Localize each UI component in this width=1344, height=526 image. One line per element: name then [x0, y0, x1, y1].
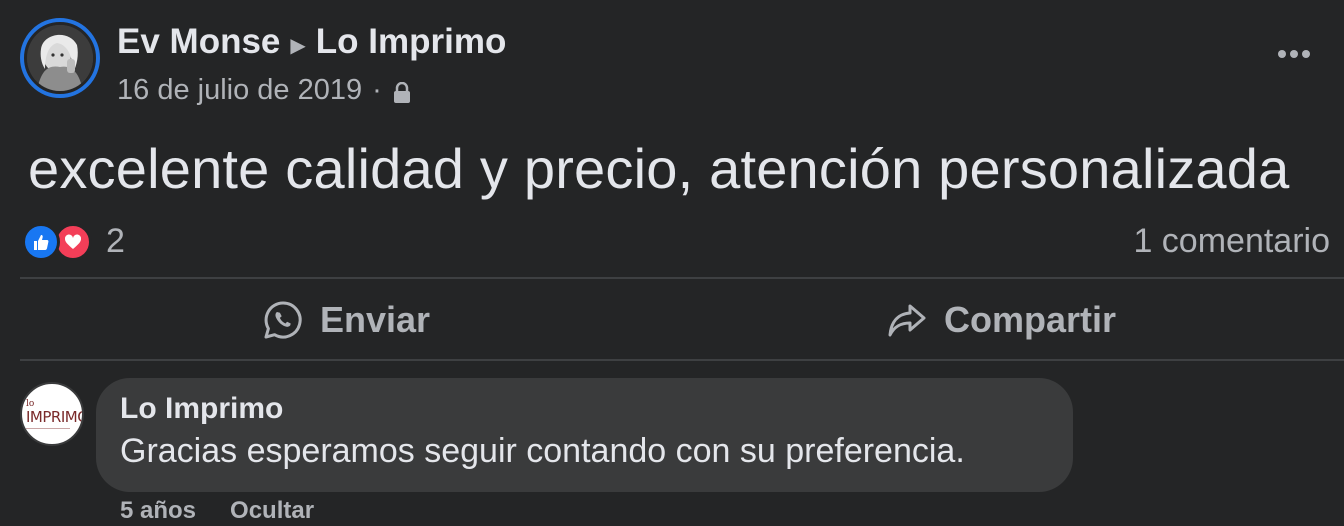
post-header-title: Ev Monse ▶ Lo Imprimo — [117, 22, 506, 62]
page-name[interactable]: Lo Imprimo — [316, 22, 507, 62]
meta-separator: · — [372, 74, 382, 106]
send-button[interactable]: Enviar — [262, 292, 430, 348]
hide-comment-link[interactable]: Ocultar — [230, 497, 314, 525]
author-avatar[interactable] — [20, 18, 100, 98]
post-text: excelente calidad y precio, atención per… — [28, 137, 1290, 200]
comment-author[interactable]: Lo Imprimo — [120, 392, 1049, 426]
like-icon — [22, 222, 60, 261]
author-photo — [27, 25, 93, 91]
caret-right-icon: ▶ — [290, 34, 306, 57]
comment-bubble: Lo Imprimo Gracias esperamos seguir cont… — [96, 378, 1073, 492]
comment-text: Gracias esperamos seguir contando con su… — [120, 432, 965, 470]
reactions-summary[interactable]: 2 — [22, 222, 125, 261]
post-date[interactable]: 16 de julio de 2019 — [117, 74, 362, 107]
lock-icon — [393, 81, 410, 103]
reaction-count: 2 — [106, 222, 125, 260]
comment-actions: 5 años Ocultar — [120, 497, 314, 525]
more-options-icon[interactable] — [1274, 34, 1314, 74]
logo-main-text: IMPRIMO — [26, 407, 84, 426]
post-card: Ev Monse ▶ Lo Imprimo 16 de julio de 201… — [0, 0, 1344, 526]
comment-count-link[interactable]: 1 comentario — [1133, 222, 1330, 261]
logo-underline — [26, 427, 70, 429]
send-label: Enviar — [320, 299, 431, 340]
divider — [20, 359, 1344, 361]
divider — [20, 277, 1344, 279]
post-meta: 16 de julio de 2019 · — [117, 74, 412, 107]
share-arrow-icon — [888, 304, 926, 337]
comment-timestamp[interactable]: 5 años — [120, 497, 196, 525]
author-name[interactable]: Ev Monse — [117, 22, 280, 62]
share-button[interactable]: Compartir — [886, 292, 1116, 348]
share-label: Compartir — [944, 299, 1117, 340]
whatsapp-icon — [264, 301, 302, 339]
commenter-avatar[interactable]: lo IMPRIMO — [20, 382, 84, 446]
